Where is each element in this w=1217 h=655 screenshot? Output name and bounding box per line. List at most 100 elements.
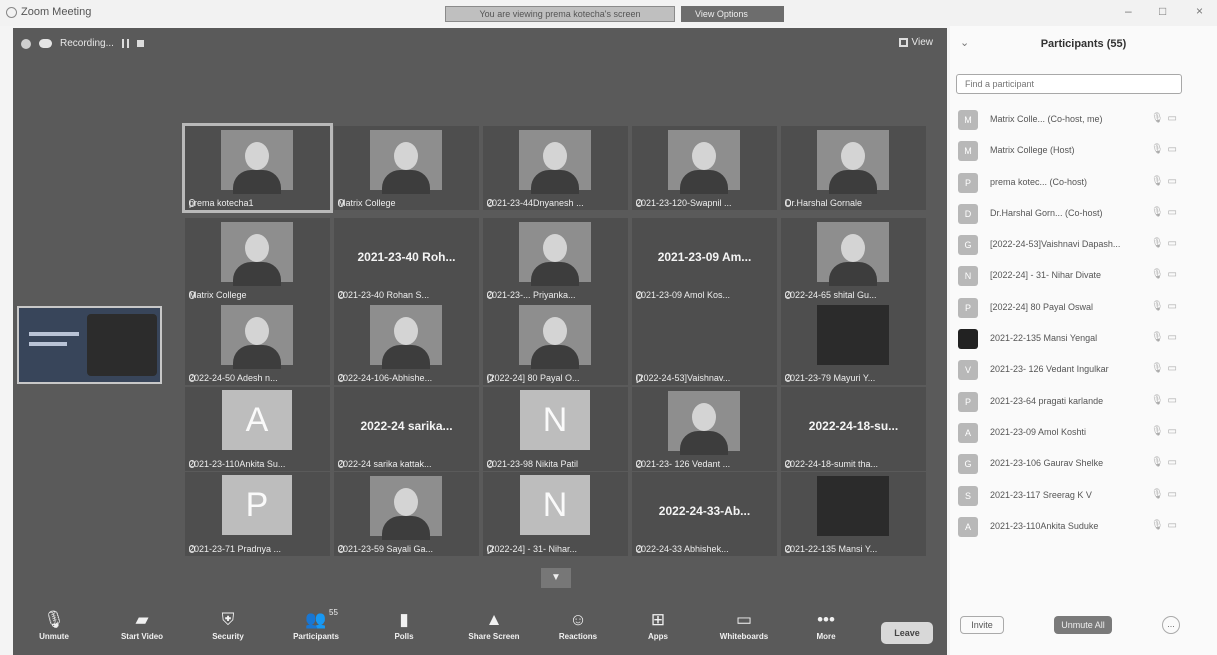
leave-button[interactable]: Leave <box>881 622 933 644</box>
video-tile[interactable]: 2022-24-50 Adesh n... <box>185 301 330 385</box>
start-video-button[interactable]: ▰ Start Video <box>107 608 177 641</box>
participant-name-label: 2021-23-40 Rohan S... <box>338 290 430 300</box>
video-tile[interactable]: A 2021-23-110Ankita Su... <box>185 387 330 471</box>
participant-avatar: V <box>958 360 978 381</box>
person-head <box>394 142 418 170</box>
share-screen-button[interactable]: ▲ Share Screen <box>459 608 529 641</box>
video-tile[interactable]: Matrix College <box>334 126 479 210</box>
participant-avatar: P <box>958 297 978 318</box>
participant-row[interactable]: V 2021-23- 126 Vedant Ingulkar 🎙▭ <box>950 354 1217 385</box>
toolbar-button-label: Unmute <box>39 632 69 641</box>
shared-screen-thumbnail[interactable] <box>17 306 162 384</box>
close-icon[interactable]: × <box>1196 4 1203 18</box>
participant-row[interactable]: Pprema kotec... (Co-host) 🎙▭ <box>950 167 1217 198</box>
toolbar-button-label: Share Screen <box>468 632 520 641</box>
participant-name: [2022-24] 80 Payal Oswal <box>990 301 1094 312</box>
mic-camera-status-icon: 🎙▭ <box>1150 488 1181 500</box>
view-label: View <box>911 37 934 48</box>
video-tile[interactable]: 2021-23-44Dnyanesh ... <box>483 126 628 210</box>
maximize-icon[interactable]: □ <box>1159 4 1166 18</box>
participant-row[interactable]: G 2021-23-106 Gaurav Shelke 🎙▭ <box>950 448 1217 479</box>
participant-row[interactable]: G [2022-24-53]Vaishnavi Dapash... 🎙▭ <box>950 229 1217 260</box>
video-tile[interactable]: 2021-23-120-Swapnil ... <box>632 126 777 210</box>
info-icon[interactable] <box>21 38 31 49</box>
participant-name: 2021-23-110Ankita Suduke <box>990 520 1099 531</box>
view-options-button[interactable]: View Options <box>681 6 784 22</box>
participant-name: 2021-22-135 Mansi Yengal <box>990 333 1098 344</box>
participant-name-label: 2022-24-50 Adesh n... <box>189 373 278 383</box>
participant-row[interactable]: A 2021-23-09 Amol Koshti 🎙▭ <box>950 417 1217 448</box>
microphone-icon: 🎙 <box>43 610 65 629</box>
app-title-text: Zoom Meeting <box>21 6 92 18</box>
person-head <box>692 403 716 431</box>
person-body <box>829 262 877 286</box>
participant-video <box>668 391 740 455</box>
polls-button[interactable]: ▮ Polls <box>369 608 439 641</box>
participant-row[interactable]: A 2021-23-110Ankita Suduke 🎙▭ <box>950 511 1217 542</box>
video-tile[interactable]: Dr.Harshal Gornale <box>781 126 926 210</box>
video-tile[interactable]: 2022-24-106-Abhishe... <box>334 301 479 385</box>
participant-video <box>817 305 889 365</box>
participant-row[interactable]: 2021-22-135 Mansi Yengal 🎙▭ <box>950 323 1217 354</box>
security-button[interactable]: ⛨ Security <box>193 608 263 641</box>
video-tile[interactable]: 2022-24-18-su... 2022-24-18-sumit tha... <box>781 387 926 471</box>
whiteboards-button[interactable]: ▭ Whiteboards <box>709 608 779 641</box>
toolbar-button-label: Reactions <box>558 632 598 641</box>
video-tile[interactable]: Matrix College <box>185 218 330 302</box>
participant-row[interactable]: M Matrix Colle... (Co-host, me) 🎙▭ <box>950 104 1217 135</box>
video-tile[interactable]: 2021-23-59 Sayali Ga... <box>334 472 479 556</box>
video-tile[interactable]: 2021-23-... Priyanka... <box>483 218 628 302</box>
participant-row[interactable]: S 2021-23-117 Sreerag K V 🎙▭ <box>950 480 1217 511</box>
unmute-button[interactable]: 🎙 Unmute <box>19 608 89 641</box>
video-tile[interactable]: 2022-24-65 shital Gu... <box>781 218 926 302</box>
person-head <box>841 234 865 262</box>
video-tile[interactable]: 2021-22-135 Mansi Y... <box>781 472 926 556</box>
participant-video <box>519 305 591 369</box>
person-head <box>245 234 269 262</box>
video-tile[interactable]: prema kotecha1 <box>182 123 333 213</box>
participants-button[interactable]: 👥 Participants 55 <box>281 608 351 641</box>
participant-row[interactable]: D Dr.Harshal Gorn... (Co-host) 🎙▭ <box>950 198 1217 229</box>
more-button[interactable]: ••• More <box>791 608 861 641</box>
video-tile[interactable]: 2021-23-09 Am... 2021-23-09 Amol Kos... <box>632 218 777 302</box>
video-tile[interactable]: [2022-24-53]Vaishnav... <box>632 301 777 385</box>
video-tile[interactable]: 2021-23-40 Roh... 2021-23-40 Rohan S... <box>334 218 479 302</box>
apps-button[interactable]: ⊞ Apps <box>623 608 693 641</box>
participant-video <box>817 222 889 286</box>
participant-row[interactable]: P [2022-24] 80 Payal Oswal 🎙▭ <box>950 292 1217 323</box>
participant-row[interactable]: M Matrix College (Host) 🎙▭ <box>950 135 1217 166</box>
more-options-button[interactable]: ... <box>1162 616 1180 634</box>
participant-avatar: G <box>958 235 978 256</box>
pause-recording-icon[interactable] <box>121 39 129 48</box>
unmute-all-button[interactable]: Unmute All <box>1054 616 1112 634</box>
view-button[interactable]: View <box>898 37 934 48</box>
person-body <box>233 170 281 194</box>
participant-display-name: 2021-23-40 Roh... <box>357 250 456 264</box>
minimize-icon[interactable]: – <box>1125 4 1132 18</box>
page-down-button[interactable]: ▼ <box>541 568 571 588</box>
participant-name-label: 2022-24-65 shital Gu... <box>785 290 877 300</box>
participant-name-label: Matrix College <box>338 198 396 208</box>
participant-video <box>370 476 442 540</box>
mic-camera-status-icon: 🎙▭ <box>1150 363 1181 375</box>
find-participant-input[interactable] <box>956 74 1182 94</box>
reactions-button[interactable]: ☺ Reactions <box>543 608 613 641</box>
participant-name-label: Dr.Harshal Gornale <box>785 198 863 208</box>
video-tile[interactable]: 2021-23- 126 Vedant ... <box>632 387 777 471</box>
video-tile[interactable]: N [2022-24] - 31- Nihar... <box>483 472 628 556</box>
video-tile[interactable]: 2022-24 sarika... 2022-24 sarika kattak..… <box>334 387 479 471</box>
stop-recording-icon[interactable] <box>136 40 144 47</box>
video-tile[interactable]: P 2021-23-71 Pradnya ... <box>185 472 330 556</box>
participant-row[interactable]: N [2022-24] - 31- Nihar Divate 🎙▭ <box>950 260 1217 291</box>
video-tile[interactable]: 2021-23-79 Mayuri Y... <box>781 301 926 385</box>
participant-name: Matrix College (Host) <box>990 145 1075 156</box>
video-tile[interactable]: N 2021-23-98 Nikita Patil <box>483 387 628 471</box>
video-tile[interactable]: [2022-24] 80 Payal O... <box>483 301 628 385</box>
invite-button[interactable]: Invite <box>960 616 1004 634</box>
slide-text-line <box>29 342 67 346</box>
participant-row[interactable]: P 2021-23-64 pragati karlande 🎙▭ <box>950 386 1217 417</box>
participant-display-name: 2022-24-18-su... <box>808 419 899 433</box>
participant-video <box>370 130 442 194</box>
person-head <box>543 142 567 170</box>
video-tile[interactable]: 2022-24-33-Ab... 2022-24-33 Abhishek... <box>632 472 777 556</box>
